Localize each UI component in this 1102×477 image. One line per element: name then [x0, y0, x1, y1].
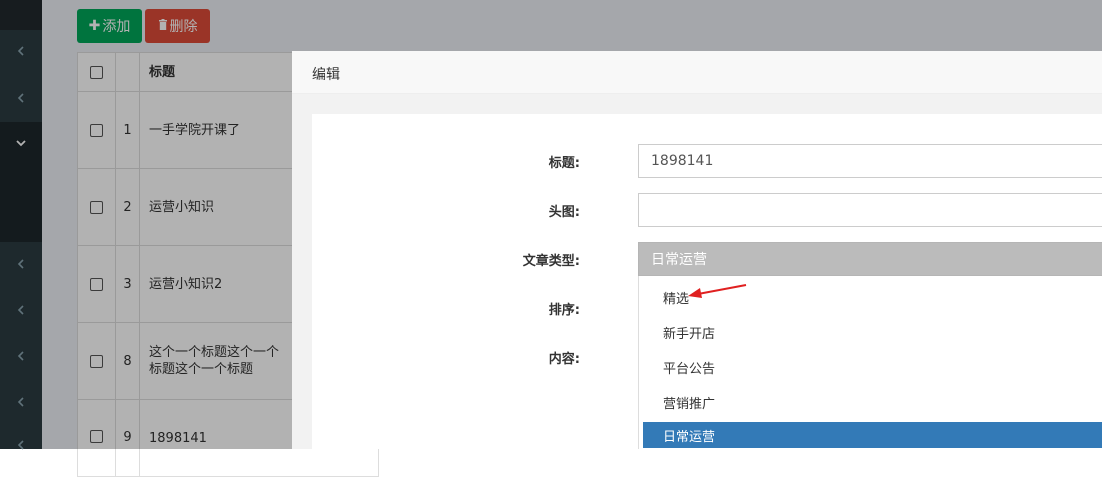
image-label: 头图:	[548, 205, 580, 220]
modal-header: 编辑	[292, 51, 1102, 94]
sort-label: 排序:	[548, 303, 580, 318]
modal-title: 编辑	[312, 67, 340, 83]
modal-body: 标题: 1898141 头图: 文章类型: 日常运营 排序: 内容: 精选 新手…	[312, 114, 1102, 449]
dropdown-option[interactable]: 精选	[643, 284, 1102, 310]
image-input[interactable]	[638, 193, 1102, 227]
dropdown-option-selected[interactable]: 日常运营	[643, 422, 1102, 448]
edit-modal: 编辑 标题: 1898141 头图: 文章类型: 日常运营 排序: 内容: 精选…	[292, 51, 1102, 449]
title-label: 标题:	[548, 156, 580, 171]
type-dropdown-list: 精选 新手开店 平台公告 营销推广 日常运营	[638, 276, 1102, 449]
dropdown-option[interactable]: 营销推广	[643, 389, 1102, 415]
dropdown-option[interactable]: 平台公告	[643, 354, 1102, 380]
title-input[interactable]: 1898141	[638, 144, 1102, 178]
content-label: 内容:	[548, 352, 580, 367]
dropdown-option[interactable]: 新手开店	[643, 319, 1102, 345]
type-select[interactable]: 日常运营	[638, 242, 1102, 276]
type-select-value: 日常运营	[651, 252, 707, 268]
type-label: 文章类型:	[522, 254, 580, 269]
